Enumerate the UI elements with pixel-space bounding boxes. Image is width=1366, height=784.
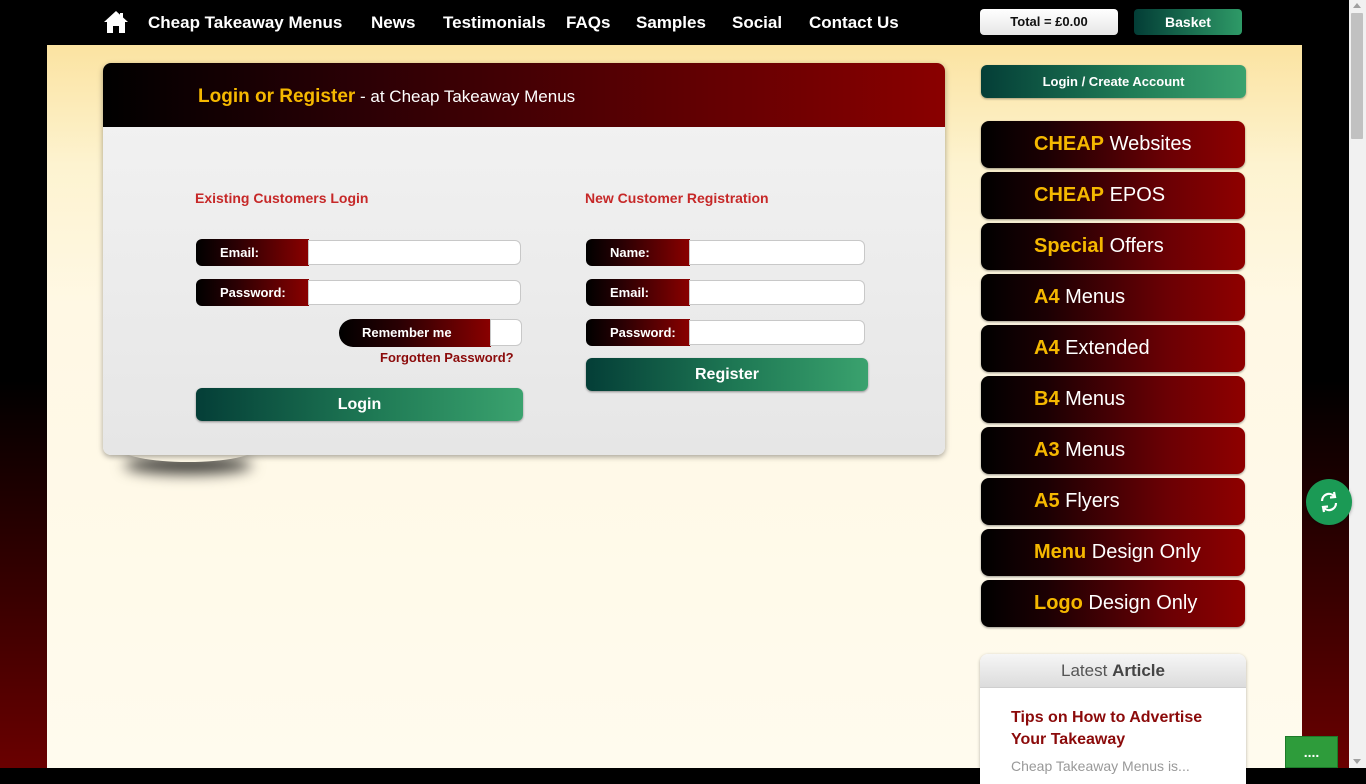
nav-link-testimonials[interactable]: Testimonials [443,13,546,33]
sidebar-item-label-rest: Menus [1059,286,1126,308]
sidebar-item-cheap-websites[interactable]: CHEAP Websites [981,121,1245,168]
sidebar-item-label-rest: EPOS [1104,184,1166,206]
new-customer-heading: New Customer Registration [585,190,769,206]
sidebar-item-label-bold: Menu [1034,541,1087,563]
page-title: Login or Register - at Cheap Takeaway Me… [198,86,575,108]
chat-widget-button[interactable]: .... [1285,736,1338,768]
page-title-rest: - at Cheap Takeaway Menus [355,87,576,106]
sidebar-item-label-rest: Extended [1059,337,1150,359]
sidebar-item-menu-design-only[interactable]: Menu Design Only [981,529,1245,576]
sidebar-item-label-bold: CHEAP [1034,184,1105,206]
sidebar-item-label: Special Offers [1034,235,1164,258]
latest-article-box: Latest Article Tips on How to Advertise … [980,654,1246,784]
sidebar-item-label: A3 Menus [1034,439,1125,462]
latest-article-snippet: Cheap Takeaway Menus is... [1011,758,1190,774]
panel-header: Login or Register - at Cheap Takeaway Me… [103,63,945,127]
floating-sync-button[interactable] [1306,479,1352,525]
sidebar-item-a4-extended[interactable]: A4 Extended [981,325,1245,372]
sidebar-item-label-rest: Flyers [1059,490,1120,512]
sidebar-item-label-rest: Menus [1059,388,1126,410]
latest-article-title[interactable]: Tips on How to Advertise Your Takeaway [1011,707,1226,751]
sidebar-item-special-offers[interactable]: Special Offers [981,223,1245,270]
sidebar-item-label-bold: A4 [1034,286,1060,308]
login-password-label: Password: [196,279,309,306]
sync-icon [1320,491,1338,513]
latest-article-header-light: Latest [1061,661,1113,680]
sidebar-item-label-bold: A4 [1034,337,1060,359]
top-navigation: Cheap Takeaway Menus News Testimonials F… [0,0,1366,46]
scroll-down-arrow-icon[interactable] [1353,759,1361,764]
remember-me-checkbox[interactable] [490,319,522,346]
home-icon[interactable] [103,10,129,34]
sidebar-item-label-rest: Offers [1104,235,1164,257]
sidebar-item-b4-menus[interactable]: B4 Menus [981,376,1245,423]
login-create-account-button[interactable]: Login / Create Account [981,65,1246,98]
register-email-label: Email: [586,279,690,306]
sidebar-item-a5-flyers[interactable]: A5 Flyers [981,478,1245,525]
page-title-strong: Login or Register [198,86,356,107]
sidebar-item-label-bold: A5 [1034,490,1060,512]
sidebar-item-label: B4 Menus [1034,388,1125,411]
nav-link-cheap-takeaway-menus[interactable]: Cheap Takeaway Menus [148,13,342,33]
sidebar-item-cheap-epos[interactable]: CHEAP EPOS [981,172,1245,219]
sidebar-item-label-bold: CHEAP [1034,133,1105,155]
login-password-input[interactable] [308,280,521,305]
existing-customers-heading: Existing Customers Login [195,190,369,206]
scroll-up-arrow-icon[interactable] [1353,3,1361,8]
register-password-input[interactable] [689,320,865,345]
basket-button[interactable]: Basket [1134,9,1242,35]
nav-link-news[interactable]: News [371,13,415,33]
sidebar-item-label: A4 Menus [1034,286,1125,309]
remember-me-label: Remember me [339,319,491,347]
register-name-label: Name: [586,239,690,266]
forgotten-password-link[interactable]: Forgotten Password? [380,350,514,365]
basket-total: Total = £0.00 [980,9,1118,35]
latest-article-header-bold: Article [1112,661,1165,680]
sidebar-item-label-bold: Special [1034,235,1105,257]
sidebar-item-label: Logo Design Only [1034,592,1197,615]
sidebar-item-a4-menus[interactable]: A4 Menus [981,274,1245,321]
login-email-input[interactable] [308,240,521,265]
sidebar-item-label: CHEAP EPOS [1034,184,1165,207]
sidebar-item-label: A4 Extended [1034,337,1150,360]
latest-article-header: Latest Article [980,654,1246,688]
nav-link-samples[interactable]: Samples [636,13,706,33]
login-email-label: Email: [196,239,309,266]
sidebar-item-label-bold: Logo [1034,592,1083,614]
sidebar-item-label-rest: Websites [1104,133,1192,155]
scrollbar-thumb[interactable] [1351,13,1363,139]
sidebar-item-logo-design-only[interactable]: Logo Design Only [981,580,1245,627]
sidebar-item-label-bold: B4 [1034,388,1060,410]
register-password-label: Password: [586,319,690,346]
nav-link-faqs[interactable]: FAQs [566,13,610,33]
sidebar-item-label: A5 Flyers [1034,490,1120,513]
sidebar-item-a3-menus[interactable]: A3 Menus [981,427,1245,474]
nav-link-contact-us[interactable]: Contact Us [809,13,899,33]
register-email-input[interactable] [689,280,865,305]
sidebar-item-label-bold: A3 [1034,439,1060,461]
login-button[interactable]: Login [196,388,523,421]
sidebar-item-label-rest: Design Only [1086,541,1201,563]
register-name-input[interactable] [689,240,865,265]
sidebar-item-label: CHEAP Websites [1034,133,1191,156]
sidebar-item-label: Menu Design Only [1034,541,1201,564]
sidebar-item-label-rest: Menus [1059,439,1126,461]
register-button[interactable]: Register [586,358,868,391]
nav-link-social[interactable]: Social [732,13,782,33]
sidebar-item-label-rest: Design Only [1082,592,1198,614]
